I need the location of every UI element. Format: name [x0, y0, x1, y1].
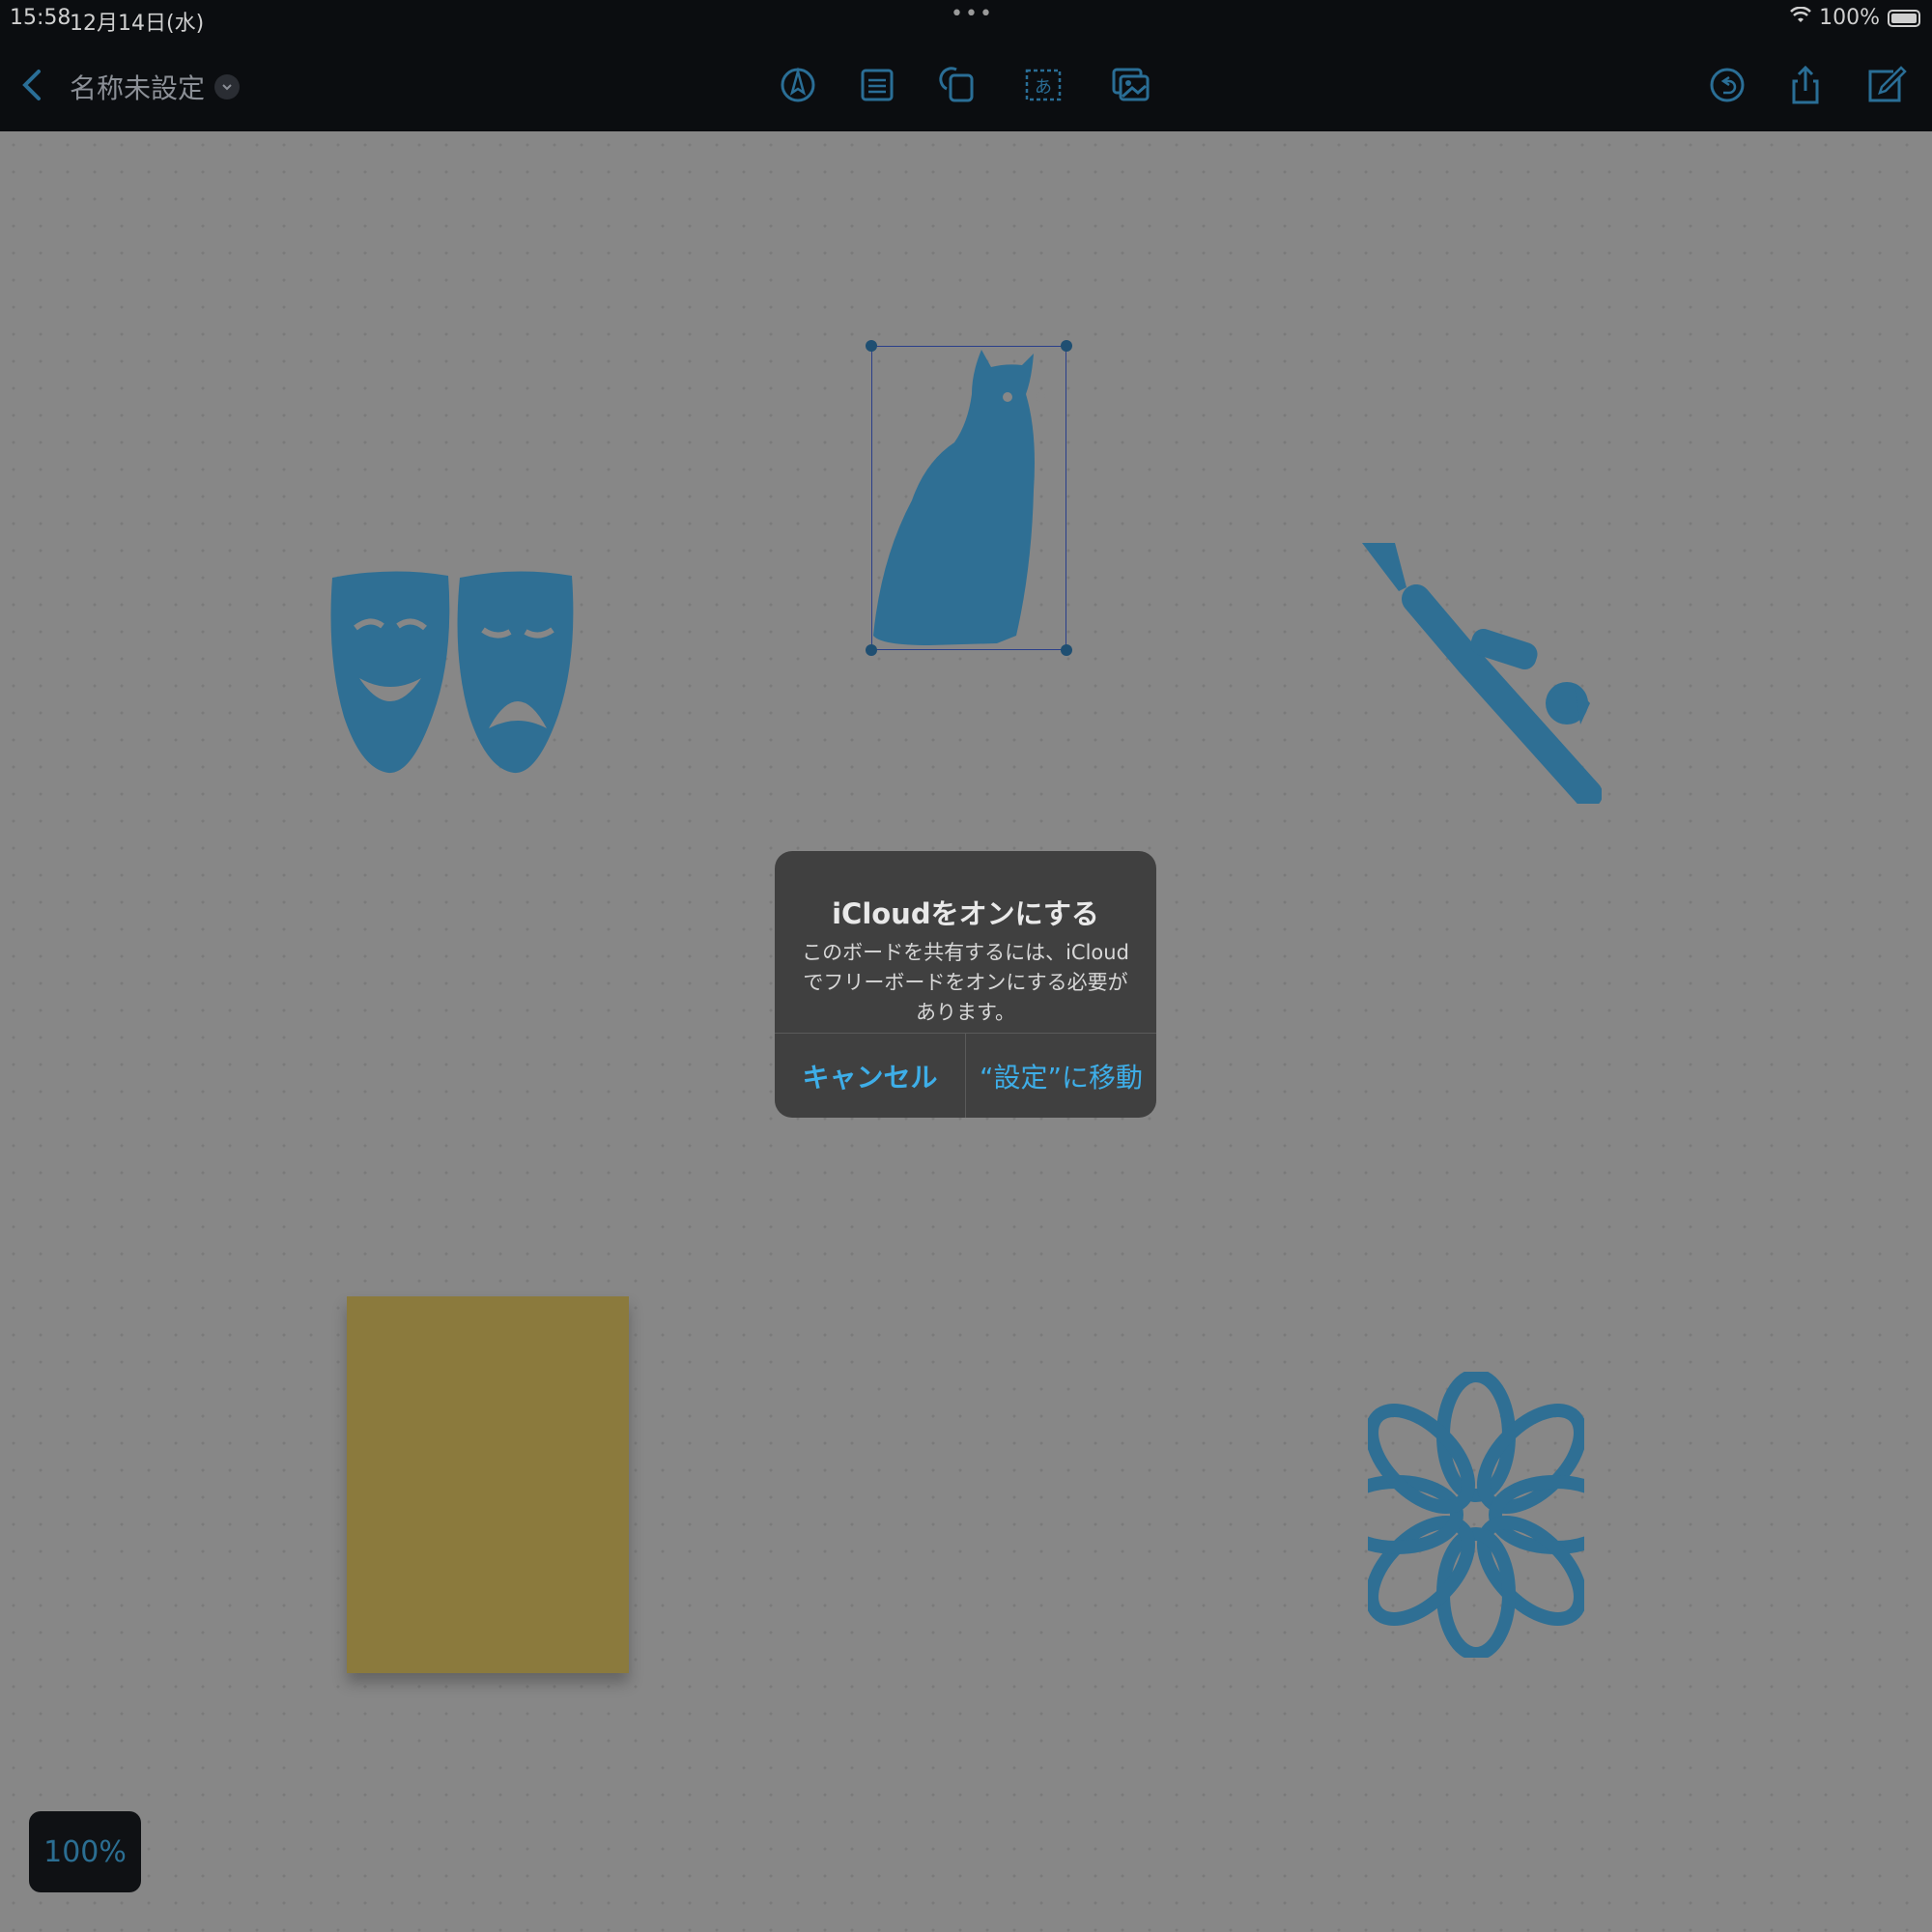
share-button[interactable] [1782, 62, 1829, 108]
shapes-icon [939, 67, 974, 102]
share-icon [1792, 65, 1819, 104]
resize-handle[interactable] [866, 644, 877, 656]
history-icon [1710, 68, 1745, 102]
multitask-dots[interactable]: ••• [951, 2, 994, 26]
battery-percent: 100% [1819, 6, 1880, 30]
theater-masks-item[interactable] [327, 570, 580, 779]
dialog-title: iCloudをオンにする [832, 897, 1099, 930]
image-icon [1112, 68, 1150, 101]
status-right: 100% [1790, 6, 1920, 30]
history-button[interactable] [1704, 62, 1750, 108]
resize-handle[interactable] [1061, 340, 1072, 352]
battery-icon [1888, 9, 1920, 27]
go-to-settings-button[interactable]: “設定”に移動 [966, 1034, 1156, 1118]
theater-masks-icon [330, 571, 574, 774]
flower-icon [1330, 1369, 1622, 1661]
scuba-diver-icon [1362, 543, 1603, 809]
back-button[interactable] [10, 62, 56, 108]
chevron-down-icon [214, 74, 241, 99]
dialog-message: このボードを共有するには、iCloudでフリーボードをオンにする必要があります。 [802, 941, 1129, 1024]
compose-icon [1868, 66, 1907, 102]
pen-tool-button[interactable] [775, 62, 821, 108]
status-time: 15:58 [10, 6, 71, 30]
resize-handle[interactable] [1061, 644, 1072, 656]
zoom-level-button[interactable]: 100% [29, 1811, 141, 1892]
toolbar: 名称未設定 あ [0, 35, 1932, 131]
sticky-note[interactable] [347, 1296, 629, 1673]
text-box-tool-button[interactable]: あ [1020, 62, 1066, 108]
owl-icon [873, 350, 1045, 645]
chevron-left-icon [22, 70, 41, 100]
board-title: 名称未設定 [70, 72, 206, 104]
icloud-alert-dialog: iCloudをオンにする このボードを共有するには、iCloudでフリーボードを… [775, 851, 1156, 1118]
flower-item[interactable] [1330, 1369, 1622, 1662]
sticky-note-tool-button[interactable] [854, 62, 900, 108]
status-date: 12月14日(水) [70, 12, 205, 36]
compose-button[interactable] [1862, 62, 1909, 108]
status-bar: 15:58 12月14日(水) ••• 100% [0, 0, 1932, 36]
resize-handle[interactable] [866, 340, 877, 352]
pen-icon [781, 67, 815, 102]
wifi-icon [1790, 6, 1811, 30]
board-title-button[interactable]: 名称未設定 [70, 68, 241, 106]
sticky-note-icon [861, 69, 894, 101]
svg-text:あ: あ [1035, 77, 1052, 98]
scuba-diver-item[interactable] [1360, 541, 1603, 809]
cancel-button[interactable]: キャンセル [775, 1034, 965, 1118]
text-box-icon: あ [1025, 69, 1062, 101]
owl-item-selected[interactable] [866, 340, 1072, 656]
shapes-tool-button[interactable] [935, 62, 981, 108]
image-tool-button[interactable] [1107, 62, 1153, 108]
